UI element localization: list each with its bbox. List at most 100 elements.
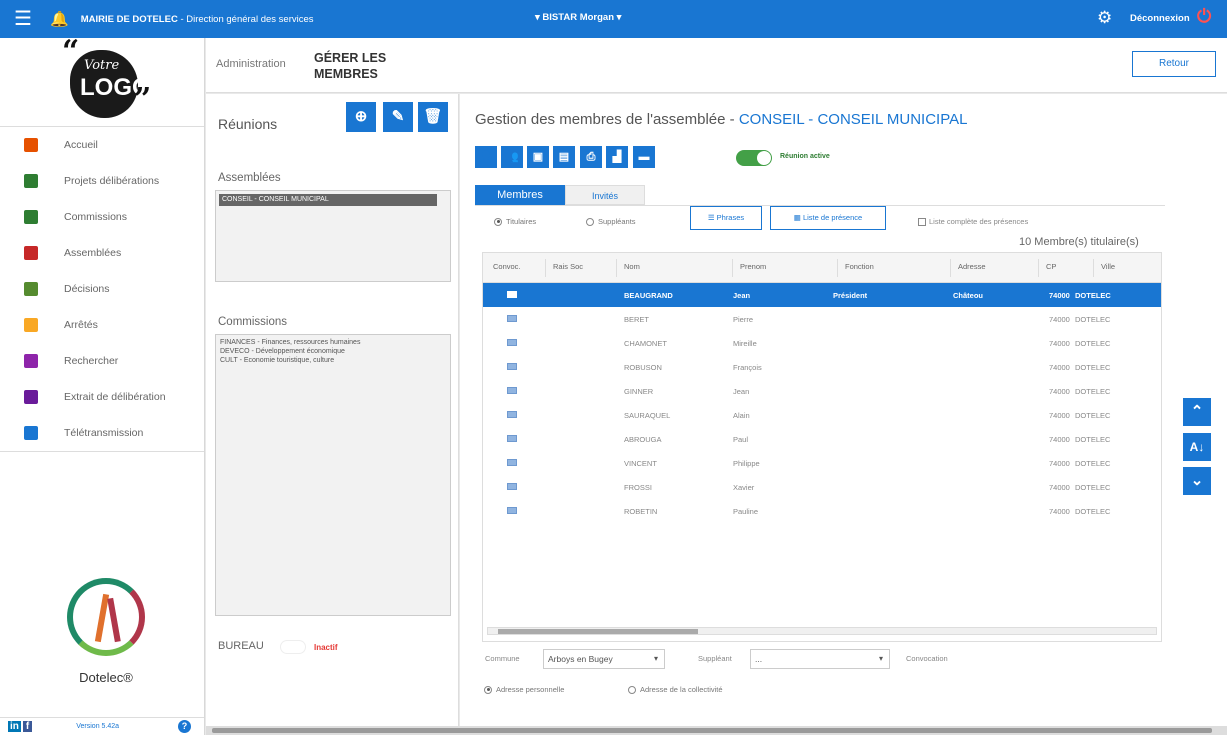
envelope-icon[interactable] bbox=[507, 363, 517, 370]
sidebar-item-send[interactable]: Télétransmission bbox=[0, 415, 204, 451]
cell-cp: 74000 bbox=[1049, 363, 1070, 372]
suppleant-select[interactable]: ... ▾ bbox=[750, 649, 890, 669]
envelope-icon[interactable] bbox=[507, 435, 517, 442]
table-row[interactable]: ABROUGA Paul 74000 DOTELEC bbox=[483, 427, 1161, 451]
envelope-icon[interactable] bbox=[507, 315, 517, 322]
radio-empty-icon bbox=[628, 685, 636, 694]
meeting-active-toggle[interactable] bbox=[736, 150, 772, 166]
suppleant-value: ... bbox=[755, 654, 763, 664]
commune-select[interactable]: Arboys en Bugey ▾ bbox=[543, 649, 665, 669]
sidebar-item-extract[interactable]: Extrait de délibération bbox=[0, 379, 204, 415]
table-row[interactable]: ROBETIN Pauline 74000 DOTELEC bbox=[483, 499, 1161, 523]
table-row[interactable]: ROBUSON François 74000 DOTELEC bbox=[483, 355, 1161, 379]
folder-icon[interactable]: ▬ bbox=[633, 146, 655, 168]
column-header[interactable]: Fonction bbox=[845, 262, 874, 271]
column-header[interactable]: CP bbox=[1046, 262, 1056, 271]
delete-meeting-button[interactable]: 🗑 bbox=[418, 102, 448, 132]
print-icon[interactable]: ⎙ bbox=[580, 146, 602, 168]
cell-ville: DOTELEC bbox=[1075, 387, 1111, 396]
column-header[interactable]: Convoc. bbox=[493, 262, 521, 271]
envelope-icon[interactable] bbox=[507, 483, 517, 490]
full-attendance-checkbox[interactable]: Liste complète des présences bbox=[918, 217, 1028, 226]
table-row[interactable]: BERET Pierre 74000 DOTELEC bbox=[483, 307, 1161, 331]
envelope-icon[interactable] bbox=[507, 411, 517, 418]
add-meeting-button[interactable]: ⊕ bbox=[346, 102, 376, 132]
commission-item[interactable]: CULT - Economie touristique, culture bbox=[220, 357, 334, 364]
gear-icon[interactable]: ⚙ bbox=[1097, 8, 1112, 28]
column-header[interactable]: Adresse bbox=[958, 262, 986, 271]
phrases-button[interactable]: ☰ Phrases bbox=[690, 206, 762, 230]
sidebar-item-decisions[interactable]: Décisions bbox=[0, 271, 204, 307]
radio-suppleants[interactable]: Suppléants bbox=[586, 217, 636, 226]
back-button[interactable]: Retour bbox=[1132, 51, 1216, 77]
move-up-button[interactable]: ⌃ bbox=[1183, 398, 1211, 426]
radio-titulaires[interactable]: Titulaires bbox=[494, 217, 536, 226]
user-menu[interactable]: ▾ BISTAR Morgan ▾ bbox=[535, 12, 621, 23]
table-row[interactable]: GINNER Jean 74000 DOTELEC bbox=[483, 379, 1161, 403]
sidebar-item-projects[interactable]: Projets délibérations bbox=[0, 163, 204, 199]
sidebar-item-orders[interactable]: Arrêtés bbox=[0, 307, 204, 343]
sidebar-item-label: Rechercher bbox=[64, 355, 119, 367]
column-header[interactable]: Prenom bbox=[740, 262, 766, 271]
envelope-icon[interactable] bbox=[507, 459, 517, 466]
radio-adresse-coll[interactable]: Adresse de la collectivité bbox=[628, 685, 723, 694]
sort-az-button[interactable]: A↓ bbox=[1183, 433, 1211, 461]
commissions-list[interactable]: FINANCES - Finances, ressources humaines… bbox=[215, 334, 451, 616]
sidebar: “ Votre LOGO ” Accueil Projets délibérati… bbox=[0, 34, 205, 735]
power-icon[interactable]: ⏻ bbox=[1197, 6, 1211, 27]
tab-membres[interactable]: Membres bbox=[475, 185, 565, 205]
edit-meeting-button[interactable]: ✎ bbox=[383, 102, 413, 132]
radio-adresse-perso[interactable]: Adresse personnelle bbox=[484, 685, 564, 694]
bureau-toggle[interactable] bbox=[280, 640, 306, 654]
sidebar-item-assemblies[interactable]: Assemblées bbox=[0, 235, 204, 271]
horizontal-scrollbar[interactable] bbox=[487, 627, 1157, 635]
cell-nom: ROBETIN bbox=[624, 507, 658, 516]
card-alt-icon[interactable]: ▤ bbox=[553, 146, 575, 168]
assemblies-label: Assemblées bbox=[218, 172, 281, 184]
envelope-icon[interactable] bbox=[507, 291, 517, 298]
sidebar-item-search[interactable]: Rechercher bbox=[0, 343, 204, 379]
assemblies-list[interactable]: CONSEIL - CONSEIL MUNICIPAL bbox=[215, 190, 451, 282]
table-row[interactable]: CHAMONET Mireille 74000 DOTELEC bbox=[483, 331, 1161, 355]
sidebar-item-home[interactable]: Accueil bbox=[0, 127, 204, 163]
building-icon[interactable]: ▟ bbox=[606, 146, 628, 168]
table-row[interactable]: FROSSI Xavier 74000 DOTELEC bbox=[483, 475, 1161, 499]
bureau-status: Inactif bbox=[314, 643, 338, 652]
tab-invites[interactable]: Invités bbox=[565, 185, 645, 205]
column-header[interactable]: Ville bbox=[1101, 262, 1115, 271]
commission-item[interactable]: DEVECO - Développement économique bbox=[220, 348, 345, 355]
hamburger-menu-icon[interactable]: ☰ bbox=[14, 9, 36, 29]
attendance-list-button[interactable]: ▦ Liste de présence bbox=[770, 206, 886, 230]
logout-link[interactable]: Déconnexion bbox=[1130, 13, 1190, 24]
table-header: Convoc. Rais Soc Nom Prenom Fonction Adresse C… bbox=[483, 253, 1161, 283]
adresse-coll-label: Adresse de la collectivité bbox=[640, 685, 723, 694]
assembly-item-selected[interactable]: CONSEIL - CONSEIL MUNICIPAL bbox=[219, 194, 437, 206]
column-header[interactable]: Rais Soc bbox=[553, 262, 583, 271]
envelope-icon[interactable] bbox=[507, 339, 517, 346]
help-icon[interactable]: ? bbox=[178, 720, 191, 733]
sidebar-item-commissions[interactable]: Commissions bbox=[0, 199, 204, 235]
breadcrumb[interactable]: Administration bbox=[216, 58, 286, 70]
facebook-icon[interactable]: f bbox=[22, 721, 33, 732]
move-down-button[interactable]: ⌄ bbox=[1183, 467, 1211, 495]
chevron-down-icon: ▾ bbox=[878, 654, 883, 663]
table-row[interactable]: BEAUGRAND Jean Président Châteou 74000 DOTELE… bbox=[483, 283, 1161, 307]
cell-prenom: Mireille bbox=[733, 339, 757, 348]
remove-member-icon[interactable]: 👥 bbox=[501, 146, 523, 168]
radio-selected-icon bbox=[484, 685, 492, 694]
extract-icon bbox=[24, 390, 38, 404]
table-row[interactable]: SAURAQUEL Alain 74000 DOTELEC bbox=[483, 403, 1161, 427]
column-header[interactable]: Nom bbox=[624, 262, 640, 271]
table-row[interactable]: VINCENT Philippe 74000 DOTELEC bbox=[483, 451, 1161, 475]
linkedin-icon[interactable]: in bbox=[8, 721, 21, 732]
add-member-icon[interactable]: 👤 bbox=[475, 146, 497, 168]
bell-icon[interactable]: 🔔 bbox=[50, 10, 69, 28]
card-icon[interactable]: ▣ bbox=[527, 146, 549, 168]
envelope-icon[interactable] bbox=[507, 507, 517, 514]
page-horizontal-scrollbar[interactable] bbox=[206, 726, 1227, 735]
cell-cp: 74000 bbox=[1049, 411, 1070, 420]
commission-item[interactable]: FINANCES - Finances, ressources humaines bbox=[220, 339, 360, 346]
commissions-label: Commissions bbox=[218, 316, 288, 328]
quote-close-icon: ” bbox=[134, 82, 152, 117]
envelope-icon[interactable] bbox=[507, 387, 517, 394]
